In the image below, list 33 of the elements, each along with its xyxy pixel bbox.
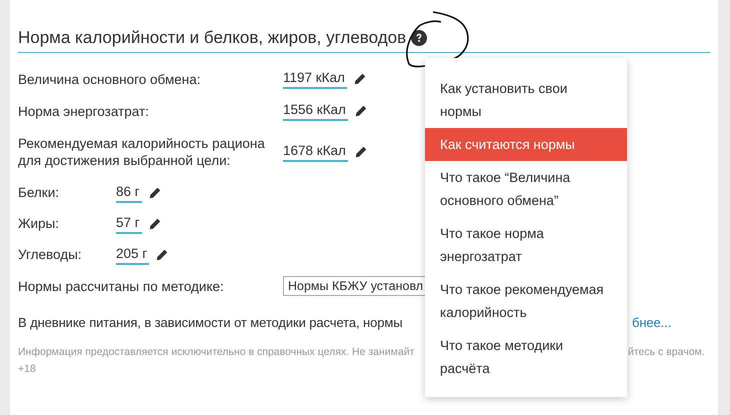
value-field[interactable]: 1556 кКал	[283, 101, 348, 121]
pencil-icon[interactable]	[156, 248, 168, 260]
pencil-icon[interactable]	[354, 146, 367, 158]
help-icon[interactable]	[411, 30, 428, 46]
menu-item[interactable]: Что такое норма энергозатрат	[425, 217, 627, 273]
value-field[interactable]: 1197 кКал	[283, 69, 347, 89]
field-label: Рекомендуемая калорийность рациона для достижения выбранной цели:	[18, 135, 266, 169]
method-select[interactable]: Нормы КБЖУ установл	[283, 276, 428, 296]
menu-item[interactable]: Что такое методики расчёта	[425, 329, 627, 385]
field-label: Нормы рассчитаны по методике:	[18, 278, 225, 294]
age-rating: +18	[18, 363, 36, 375]
field-label: Жиры:	[18, 215, 60, 232]
pencil-icon[interactable]	[354, 73, 366, 85]
field-label: Углеводы:	[18, 246, 83, 263]
menu-item[interactable]: Что такое рекомендуемая калорийность	[425, 273, 627, 329]
pencil-icon[interactable]	[354, 105, 367, 117]
disclaimer-text: Информация предоставляется исключительно в справочных целях. Не занимайт	[18, 345, 416, 360]
menu-item[interactable]: Как считаются нормы	[425, 128, 627, 161]
value-field[interactable]: 1678 кКал	[283, 142, 348, 162]
pencil-icon[interactable]	[148, 218, 161, 230]
value-field[interactable]: 86 г	[116, 182, 142, 202]
menu-item[interactable]: Что такое “Величина основного обмена”	[425, 161, 627, 217]
more-link[interactable]: бнее...	[632, 314, 672, 330]
note-text: В дневнике питания, в зависимости от методики расчета, нормы	[18, 314, 404, 330]
value-field[interactable]: 57 г	[116, 214, 142, 234]
section-title: Норма калорийности и белков, жиров, углеводов	[18, 27, 406, 49]
field-label: Величина основного обмена:	[18, 70, 202, 88]
pencil-icon[interactable]	[148, 186, 161, 198]
field-label: Норма энергозатрат:	[18, 102, 150, 120]
menu-item[interactable]: Как установить свои нормы	[425, 72, 627, 128]
value-field[interactable]: 205 г	[116, 244, 150, 264]
field-label: Белки:	[18, 184, 60, 201]
disclaimer-text: йтесь с врачом.	[628, 345, 705, 360]
